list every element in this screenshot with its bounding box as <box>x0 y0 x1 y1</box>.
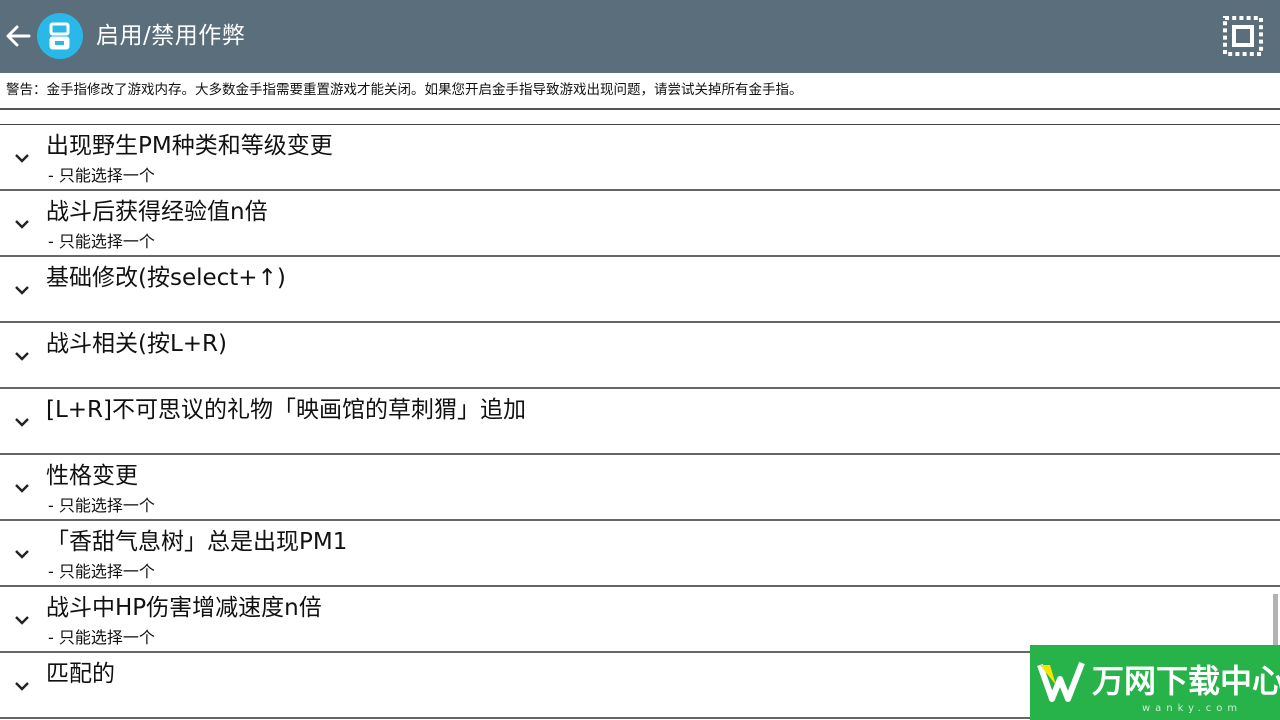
cheat-title: 战斗中HP伤害增减速度n倍 <box>46 595 322 621</box>
cheat-subtitle: - 只能选择一个 <box>48 562 155 581</box>
cheat-item[interactable]: 战斗相关(按L+R) <box>0 323 1280 389</box>
cheat-item[interactable]: 「香甜气息树」总是出现PM1 - 只能选择一个 <box>0 521 1280 587</box>
ds-emulator-icon <box>37 13 83 59</box>
cheat-title: 战斗相关(按L+R) <box>46 331 228 357</box>
cheat-item[interactable]: 性格变更 - 只能选择一个 <box>0 455 1280 521</box>
cheat-item[interactable]: 战斗后获得经验值n倍 - 只能选择一个 <box>0 191 1280 257</box>
cheat-subtitle: - 只能选择一个 <box>48 166 155 185</box>
cheat-title: 基础修改(按select+↑) <box>46 265 286 291</box>
cheat-title: [L+R]不可思议的礼物「映画馆的草刺猬」追加 <box>46 397 527 423</box>
cheat-title: 「香甜气息树」总是出现PM1 <box>46 529 348 555</box>
watermark-text: 万网下载中心 <box>1092 662 1280 700</box>
cheat-subtitle: - 只能选择一个 <box>48 496 155 515</box>
arrow-left-icon[interactable] <box>2 18 34 54</box>
cheat-subtitle: - 只能选择一个 <box>48 232 155 251</box>
chevron-down-icon[interactable] <box>13 613 31 627</box>
cheat-item[interactable]: 基础修改(按select+↑) <box>0 257 1280 323</box>
cheat-item[interactable]: 出现野生PM种类和等级变更 - 只能选择一个 <box>0 125 1280 191</box>
watermark: 万网下载中心 wanky.com <box>1030 645 1280 720</box>
cheat-item[interactable]: [L+R]不可思议的礼物「映画馆的草刺猬」追加 <box>0 389 1280 455</box>
watermark-subtext: wanky.com <box>1142 703 1243 714</box>
chevron-down-icon[interactable] <box>13 349 31 363</box>
warning-banner: 警告：金手指修改了游戏内存。大多数金手指需要重置游戏才能关闭。如果您开启金手指导… <box>0 74 1280 110</box>
page-title: 启用/禁用作弊 <box>96 23 246 49</box>
app-toolbar: 启用/禁用作弊 <box>0 0 1280 73</box>
chevron-down-icon[interactable] <box>13 283 31 297</box>
chevron-down-icon[interactable] <box>13 547 31 561</box>
cheat-title: 性格变更 <box>46 463 138 489</box>
cheat-subtitle: - 只能选择一个 <box>48 628 155 647</box>
select-all-icon[interactable] <box>1221 14 1265 58</box>
chevron-down-icon[interactable] <box>13 151 31 165</box>
warning-text: 警告：金手指修改了游戏内存。大多数金手指需要重置游戏才能关闭。如果您开启金手指导… <box>6 82 803 98</box>
cheat-title: 出现野生PM种类和等级变更 <box>46 133 333 159</box>
cheat-item[interactable]: 战斗中HP伤害增减速度n倍 - 只能选择一个 <box>0 587 1280 653</box>
cheat-title: 匹配的 <box>46 661 115 687</box>
cheat-title: 战斗后获得经验值n倍 <box>46 199 268 225</box>
chevron-down-icon[interactable] <box>13 217 31 231</box>
chevron-down-icon[interactable] <box>13 415 31 429</box>
chevron-down-icon[interactable] <box>13 481 31 495</box>
chevron-down-icon[interactable] <box>13 679 31 693</box>
cheat-list: 出现野生PM种类和等级变更 - 只能选择一个 战斗后获得经验值n倍 - 只能选择… <box>0 125 1280 719</box>
watermark-logo-icon <box>1037 661 1085 702</box>
